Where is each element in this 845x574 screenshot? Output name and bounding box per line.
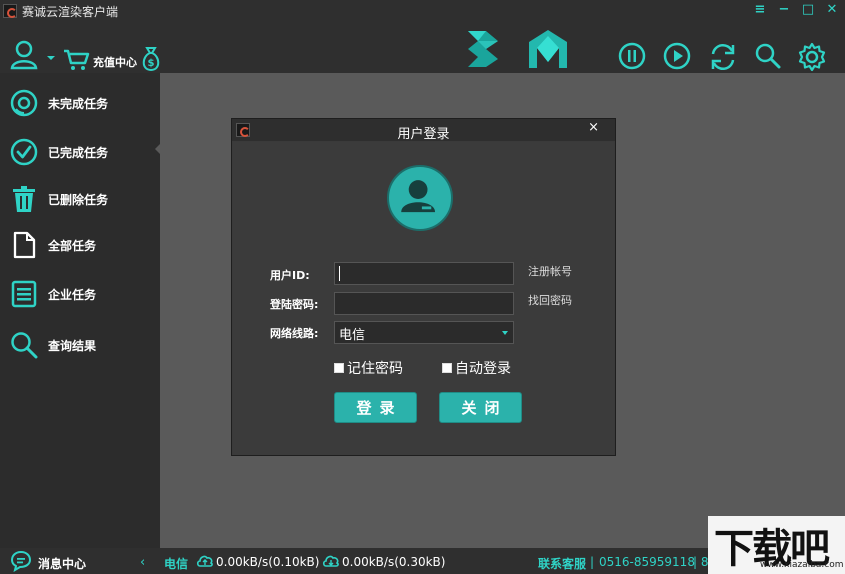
sidebar-item-unfinished[interactable]: 未完成任务 — [0, 81, 160, 125]
password-label: 登陆密码: — [270, 298, 319, 311]
sidebar-item-label: 已完成任务 — [48, 145, 109, 160]
window-controls: ≡ − □ ✕ — [753, 2, 839, 18]
text-caret — [339, 266, 340, 281]
message-icon[interactable] — [10, 550, 32, 572]
close-button[interactable]: 关闭 — [439, 392, 522, 423]
sidebar-item-completed[interactable]: 已完成任务 — [0, 130, 160, 174]
user-id-input[interactable] — [334, 262, 514, 285]
recover-password-link[interactable]: 找回密码 — [528, 292, 572, 308]
login-dialog: 用户登录 × 用户ID: 注册帐号 登陆密码: 找回密码 网络线路: 电信 记住… — [231, 118, 616, 456]
sidebar-item-enterprise[interactable]: 企业任务 — [0, 272, 160, 316]
menu-icon[interactable]: ≡ — [753, 2, 767, 18]
dialog-body: 用户ID: 注册帐号 登陆密码: 找回密码 网络线路: 电信 记住密码 自动登录… — [233, 142, 614, 455]
trash-icon — [13, 186, 35, 212]
dialog-title-bar: 用户登录 × — [232, 119, 615, 142]
isp-label: 电信 — [164, 557, 189, 571]
auto-login-label: 自动登录 — [455, 361, 511, 377]
window-title: 赛诚云渲染客户端 — [22, 4, 119, 19]
remember-password-checkbox[interactable]: 记住密码 — [334, 358, 403, 378]
network-line-label: 网络线路: — [270, 327, 319, 340]
active-indicator — [155, 143, 161, 155]
checkbox-box — [442, 363, 452, 373]
sidebar-item-all[interactable]: 全部任务 — [0, 223, 160, 267]
sidebar-item-label: 未完成任务 — [48, 96, 109, 111]
sidebar-item-query[interactable]: 查询结果 — [0, 323, 160, 367]
list-icon — [11, 280, 37, 308]
dialog-close-icon[interactable]: × — [588, 120, 599, 135]
pending-icon — [10, 89, 38, 117]
status-separator: | — [590, 555, 595, 569]
money-bag-icon[interactable]: $ — [140, 46, 162, 72]
remember-password-label: 记住密码 — [347, 361, 403, 377]
upload-cloud-icon — [196, 555, 213, 567]
download-cloud-icon — [322, 555, 339, 567]
search-icon — [11, 332, 38, 359]
watermark-url: www.xiazaiba.com — [760, 560, 844, 570]
user-icon[interactable] — [10, 40, 42, 70]
toolbar: 充值中心 $ — [0, 22, 845, 73]
minimize-icon[interactable]: − — [777, 2, 791, 18]
network-line-value: 电信 — [339, 328, 366, 343]
play-icon[interactable] — [663, 42, 691, 70]
settings-icon[interactable] — [797, 42, 827, 72]
download-speed: 0.00kB/s(0.30kB) — [342, 555, 446, 569]
chevron-down-icon — [502, 331, 508, 335]
dialog-title: 用户登录 — [397, 127, 450, 142]
3dsmax-icon[interactable] — [464, 27, 502, 71]
close-icon[interactable]: ✕ — [825, 2, 839, 18]
title-bar: 赛诚云渲染客户端 ≡ − □ ✕ — [0, 0, 845, 22]
sidebar-item-deleted[interactable]: 已删除任务 — [0, 177, 160, 221]
auto-login-checkbox[interactable]: 自动登录 — [442, 358, 511, 378]
search-icon[interactable] — [754, 42, 782, 70]
cart-icon[interactable] — [62, 48, 90, 72]
register-link[interactable]: 注册帐号 — [528, 263, 572, 279]
user-dropdown-icon[interactable] — [46, 54, 56, 62]
app-logo-icon — [3, 4, 17, 18]
support-phone: 0516-85959118 — [599, 555, 695, 569]
collapse-sidebar-icon[interactable]: ‹ — [140, 555, 145, 570]
maya-icon[interactable] — [527, 28, 569, 70]
upload-speed: 0.00kB/s(0.10kB) — [216, 555, 320, 569]
recharge-label[interactable]: 充值中心 — [93, 54, 137, 70]
avatar-icon — [387, 165, 453, 231]
refresh-icon[interactable] — [708, 42, 738, 72]
pause-icon[interactable] — [618, 42, 646, 70]
status-trailing: | 8 — [693, 555, 709, 569]
app-window: 赛诚云渲染客户端 ≡ − □ ✕ 充值中心 $ 未完成任务 已完成任务 已删除任… — [0, 0, 845, 574]
sidebar-item-label: 企业任务 — [48, 287, 97, 302]
document-icon — [13, 231, 36, 259]
user-id-label: 用户ID: — [270, 269, 310, 282]
maximize-icon[interactable]: □ — [801, 2, 815, 18]
checkbox-box — [334, 363, 344, 373]
support-label[interactable]: 联系客服 — [538, 555, 586, 572]
sidebar-item-label: 全部任务 — [48, 238, 97, 253]
sidebar: 未完成任务 已完成任务 已删除任务 全部任务 企业任务 查询结果 — [0, 73, 160, 574]
message-center-label[interactable]: 消息中心 — [38, 555, 86, 572]
password-input[interactable] — [334, 292, 514, 315]
sidebar-item-label: 已删除任务 — [48, 192, 109, 207]
network-line-select[interactable]: 电信 — [334, 321, 514, 344]
svg-text:$: $ — [148, 58, 155, 69]
site-watermark: 下载吧 www.xiazaiba.com — [708, 516, 845, 574]
login-button[interactable]: 登录 — [334, 392, 417, 423]
check-circle-icon — [10, 138, 38, 166]
sidebar-item-label: 查询结果 — [48, 338, 97, 353]
